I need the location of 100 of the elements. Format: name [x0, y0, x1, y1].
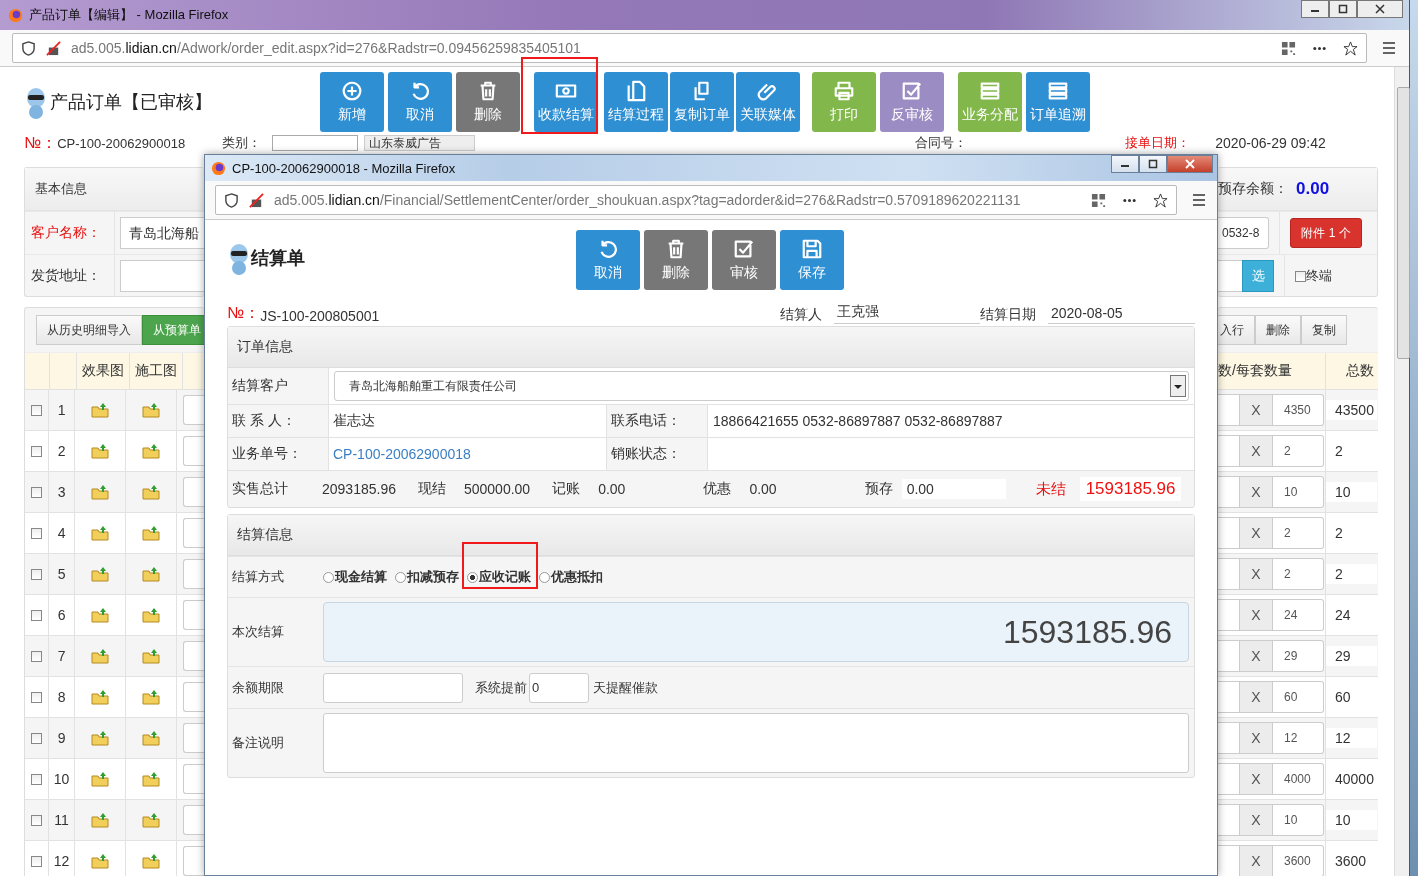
row-input[interactable] [183, 395, 204, 425]
days-field[interactable]: 0 [529, 672, 589, 703]
folder-upload-icon[interactable] [142, 607, 160, 623]
customer-select[interactable]: 青岛北海船舶重工有限责任公司 [334, 371, 1189, 401]
folder-upload-icon[interactable] [91, 607, 110, 623]
toolbar-button[interactable]: 审核 [712, 230, 776, 290]
row-input[interactable] [183, 559, 204, 589]
row-input[interactable] [183, 641, 204, 671]
row-checkbox[interactable] [31, 691, 43, 703]
folder-upload-icon[interactable] [91, 812, 110, 828]
folder-upload-icon[interactable] [142, 484, 160, 500]
radio-option[interactable]: 优惠抵扣 [539, 568, 603, 586]
folder-upload-icon[interactable] [142, 853, 160, 869]
minimize-button[interactable] [1301, 0, 1329, 18]
folder-upload-icon[interactable] [142, 730, 160, 746]
maximize-button[interactable] [1329, 0, 1357, 18]
row-input[interactable] [1218, 476, 1240, 508]
row-checkbox[interactable] [31, 773, 43, 785]
toolbar-button[interactable]: 保存 [780, 230, 844, 290]
row-input[interactable] [183, 846, 204, 876]
folder-upload-icon[interactable] [142, 812, 160, 828]
address-bar[interactable]: ad5.005.lidian.cn/Financial/SettlementCenter/order_shoukuan.aspx?tag=adorder&id=276&Radstr=0.5709189620221131 [215, 185, 1177, 215]
row-checkbox[interactable] [31, 650, 43, 662]
row-input[interactable] [183, 518, 204, 548]
row-checkbox[interactable] [31, 814, 43, 826]
minimize-button[interactable] [1111, 155, 1139, 173]
folder-upload-icon[interactable] [91, 648, 110, 664]
folder-upload-icon[interactable] [91, 525, 110, 541]
folder-upload-icon[interactable] [142, 443, 160, 459]
maximize-button[interactable] [1139, 155, 1167, 173]
settler-field[interactable]: 王克强 [834, 303, 980, 324]
customer-field[interactable]: 青岛北海船 [120, 217, 204, 249]
toolbar-button[interactable]: 删除 [644, 230, 708, 290]
scrollbar[interactable] [1394, 67, 1409, 876]
quantity-field[interactable]: 60 [1273, 681, 1324, 713]
folder-upload-icon[interactable] [91, 689, 110, 705]
row-input[interactable] [183, 477, 204, 507]
toolbar-button[interactable]: 结算过程 [604, 72, 668, 132]
toolbar-button[interactable]: 删除 [456, 72, 520, 132]
radio-option[interactable]: 现金结算 [323, 568, 387, 586]
date-field[interactable]: 2020-08-05 [1048, 305, 1195, 324]
folder-upload-icon[interactable] [142, 689, 160, 705]
row-input[interactable] [1218, 804, 1240, 836]
category-select[interactable] [272, 135, 359, 151]
quantity-field[interactable]: 4350 [1273, 394, 1324, 426]
row-checkbox[interactable] [31, 609, 43, 621]
star-icon[interactable] [1153, 192, 1168, 208]
quantity-field[interactable]: 10 [1273, 804, 1324, 836]
radio-option[interactable]: 应收记账 [467, 568, 531, 586]
close-button[interactable] [1167, 155, 1213, 173]
row-input[interactable] [1218, 640, 1240, 672]
folder-upload-icon[interactable] [142, 402, 160, 418]
amount-field[interactable]: 0.00 [901, 479, 1006, 499]
radio-option[interactable]: 扣减预存 [395, 568, 459, 586]
folder-upload-icon[interactable] [91, 484, 110, 500]
folder-upload-icon[interactable] [142, 525, 160, 541]
row-checkbox[interactable] [31, 404, 43, 416]
term-field[interactable] [323, 672, 463, 703]
folder-upload-icon[interactable] [142, 566, 160, 582]
folder-upload-icon[interactable] [91, 566, 110, 582]
quantity-field[interactable]: 10 [1273, 476, 1324, 508]
text-field[interactable] [1218, 260, 1242, 292]
amount-field[interactable]: 1593185.96 [323, 602, 1189, 662]
row-input[interactable] [183, 764, 204, 794]
insert-row-button[interactable]: 入行 [1218, 315, 1255, 345]
folder-upload-icon[interactable] [91, 730, 110, 746]
row-input[interactable] [1218, 599, 1240, 631]
toolbar-button[interactable]: 新增 [320, 72, 384, 132]
row-input[interactable] [1218, 517, 1240, 549]
row-input[interactable] [1218, 845, 1240, 876]
quantity-field[interactable]: 12 [1273, 722, 1324, 754]
attachment-button[interactable]: 附件 1 个 [1290, 218, 1362, 248]
row-checkbox[interactable] [31, 732, 43, 744]
quantity-field[interactable]: 24 [1273, 599, 1324, 631]
delete-button[interactable]: 删除 [1255, 315, 1301, 345]
row-checkbox[interactable] [31, 527, 43, 539]
company-select[interactable]: 山东泰威广告 [364, 135, 476, 151]
quantity-field[interactable]: 4000 [1273, 763, 1324, 795]
row-input[interactable] [1218, 722, 1240, 754]
menu-icon[interactable] [1381, 40, 1397, 56]
folder-upload-icon[interactable] [91, 771, 110, 787]
row-input[interactable] [183, 682, 204, 712]
quantity-field[interactable]: 2 [1273, 558, 1324, 590]
toolbar-button[interactable]: 关联媒体 [736, 72, 800, 132]
row-checkbox[interactable] [31, 486, 43, 498]
row-checkbox[interactable] [31, 445, 43, 457]
row-input[interactable] [1218, 558, 1240, 590]
address-bar[interactable]: ad5.005.lidian.cn/Adwork/order_edit.aspx?id=276&Radstr=0.09456259835405101 [12, 33, 1367, 63]
folder-upload-icon[interactable] [91, 853, 110, 869]
folder-upload-icon[interactable] [91, 443, 110, 459]
qr-code-icon[interactable] [1091, 192, 1106, 208]
row-input[interactable] [183, 723, 204, 753]
phone-field[interactable]: 0532-8 [1218, 217, 1269, 249]
toolbar-button[interactable]: 取消 [576, 230, 640, 290]
folder-upload-icon[interactable] [142, 648, 160, 664]
notes-field[interactable] [323, 713, 1189, 773]
qr-code-icon[interactable] [1281, 40, 1296, 56]
import-button[interactable]: 从历史明细导入 [36, 315, 142, 345]
toolbar-button[interactable]: 取消 [388, 72, 452, 132]
row-input[interactable] [183, 436, 204, 466]
